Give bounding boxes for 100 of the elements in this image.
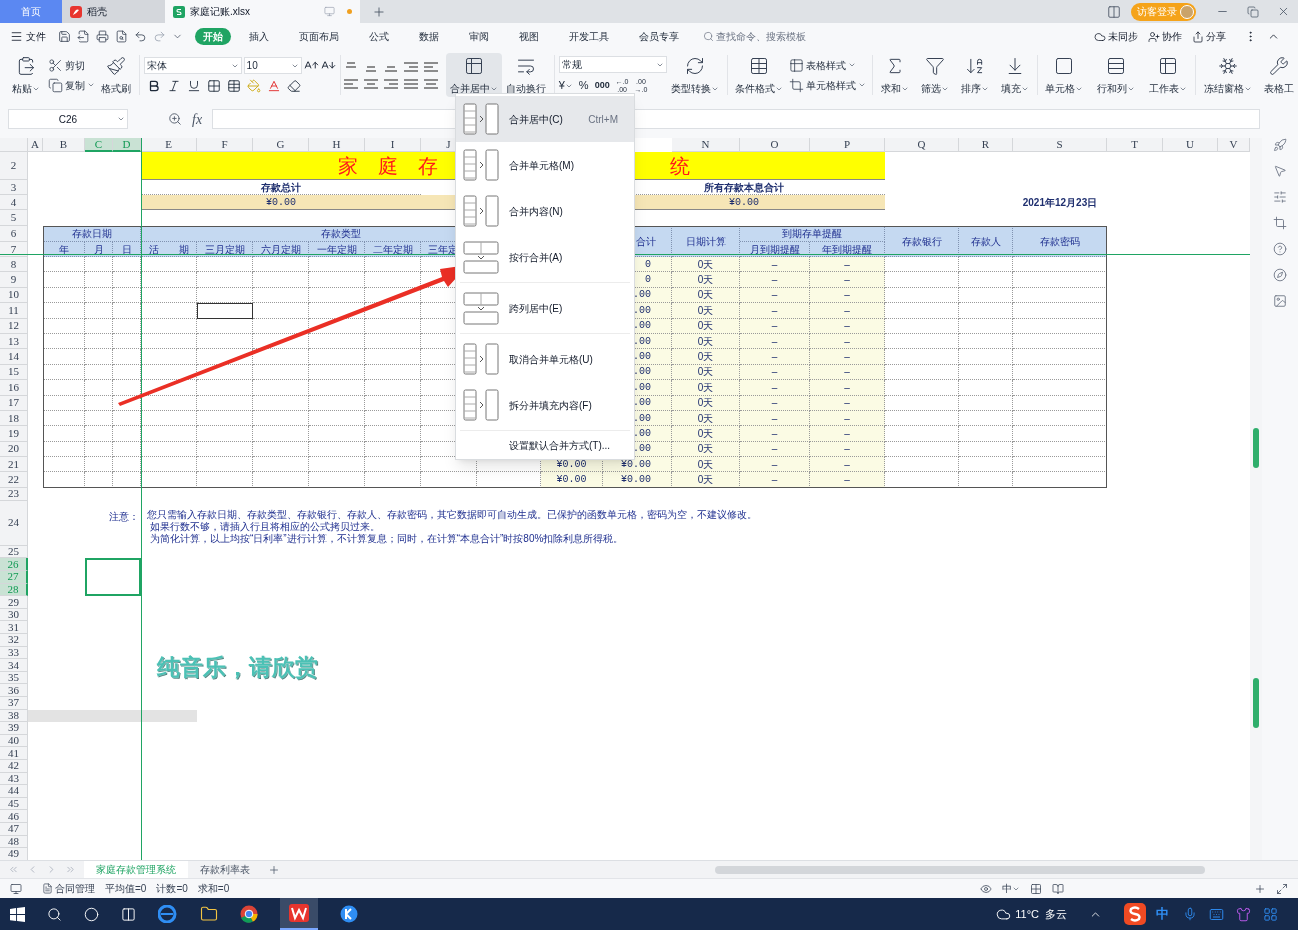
row-header[interactable]: 41 bbox=[0, 747, 28, 760]
ribbon-tab[interactable]: 视图 bbox=[511, 28, 547, 45]
row-header[interactable]: 2 bbox=[0, 152, 28, 180]
column-header[interactable]: R bbox=[959, 138, 1013, 152]
merge-center-button[interactable]: 合并居中 bbox=[446, 53, 503, 97]
command-search[interactable]: 查找命令、搜索模板 bbox=[703, 29, 806, 44]
row-header[interactable]: 6 bbox=[0, 226, 28, 242]
column-header[interactable]: U bbox=[1163, 138, 1218, 152]
column-header[interactable]: B bbox=[43, 138, 85, 152]
ribbon-tab[interactable]: 会员专享 bbox=[631, 28, 687, 45]
format-painter-button[interactable]: 格式刷 bbox=[97, 53, 135, 97]
worksheet-button[interactable]: 工作表 bbox=[1145, 53, 1192, 97]
row-header[interactable]: 29 bbox=[0, 596, 28, 609]
fill-button[interactable]: 填充 bbox=[996, 53, 1033, 97]
sheet-tab[interactable]: 存款利率表 bbox=[188, 861, 262, 878]
row-header[interactable]: 14 bbox=[0, 349, 28, 365]
note-text: 如果行数不够，请插入行且将相应的公式拷贝过来。 bbox=[149, 520, 381, 533]
column-header[interactable]: O bbox=[740, 138, 810, 152]
column-header[interactable]: H bbox=[309, 138, 365, 152]
ribbon-tab[interactable]: 插入 bbox=[241, 28, 277, 45]
toolbar-action[interactable]: 未同步 bbox=[1094, 29, 1138, 44]
ribbon-tab[interactable]: 数据 bbox=[411, 28, 447, 45]
table-cell: – bbox=[740, 426, 810, 442]
row-header[interactable]: 46 bbox=[0, 810, 28, 823]
row-header[interactable]: 44 bbox=[0, 785, 28, 798]
freeze-button[interactable]: 冻结窗格 bbox=[1200, 53, 1257, 97]
row-header[interactable]: 11 bbox=[0, 303, 28, 319]
convert-type-button[interactable]: 类型转换 bbox=[666, 53, 723, 97]
menu-item[interactable]: 合并居中(C) Ctrl+M bbox=[456, 96, 634, 142]
table-cell: ¥0.00 bbox=[603, 472, 672, 488]
column-header[interactable]: P bbox=[810, 138, 885, 152]
column-header[interactable]: N bbox=[672, 138, 740, 152]
wrap-text-button[interactable]: 自动换行 bbox=[502, 53, 551, 97]
row-header[interactable]: 19 bbox=[0, 426, 28, 442]
percent-button[interactable]: % bbox=[578, 77, 589, 94]
input-mode-button[interactable]: 中 bbox=[1002, 881, 1020, 896]
row-header[interactable]: 22 bbox=[0, 472, 28, 488]
cell-button[interactable]: 单元格 bbox=[1041, 53, 1088, 97]
document-tab[interactable]: 稻壳 bbox=[62, 0, 165, 23]
table-cell: – bbox=[740, 303, 810, 319]
row-header[interactable]: 8 bbox=[0, 257, 28, 273]
paste-button[interactable]: 粘贴 bbox=[8, 53, 44, 97]
column-header[interactable]: G bbox=[253, 138, 309, 152]
table-cell: – bbox=[810, 272, 885, 288]
file-menu[interactable]: 文件 bbox=[10, 29, 46, 44]
row-header[interactable]: 16 bbox=[0, 380, 28, 396]
column-header[interactable]: V bbox=[1218, 138, 1250, 152]
document-tab[interactable]: 家庭记账.xlsx bbox=[165, 0, 360, 23]
row-column-button[interactable]: 行和列 bbox=[1093, 53, 1140, 97]
filter-button[interactable]: 筛选 bbox=[916, 53, 953, 97]
copy-button[interactable]: 复制 bbox=[46, 75, 97, 95]
font-select[interactable]: 宋体 bbox=[143, 57, 242, 74]
row-header[interactable]: 49 bbox=[0, 848, 28, 860]
table-style-button[interactable]: 表格样式 bbox=[787, 55, 869, 75]
thousands-button[interactable]: 000 bbox=[594, 78, 610, 93]
contract-button[interactable]: 合同管理 bbox=[42, 881, 95, 896]
column-header[interactable]: S bbox=[1013, 138, 1107, 152]
row-header[interactable]: 3 bbox=[0, 180, 28, 195]
sum-button[interactable]: 求和 bbox=[876, 53, 913, 97]
tab-label: 首页 bbox=[21, 5, 41, 19]
column-header[interactable]: T bbox=[1107, 138, 1163, 152]
table-cell: ¥0.00 bbox=[541, 472, 603, 488]
row-header[interactable]: 24 bbox=[0, 500, 28, 546]
ime-indicator[interactable]: 中 bbox=[1156, 904, 1169, 924]
row-header[interactable]: 31 bbox=[0, 621, 28, 634]
table-cell: 0天 bbox=[672, 257, 740, 273]
row-header[interactable]: 5 bbox=[0, 210, 28, 226]
currency-button[interactable]: ¥ bbox=[558, 77, 573, 94]
function-button[interactable]: fx bbox=[192, 108, 203, 130]
row-header[interactable]: 36 bbox=[0, 684, 28, 697]
table-cell: – bbox=[740, 457, 810, 473]
table-tools-button[interactable]: 表格工 bbox=[1260, 53, 1298, 97]
name-box[interactable]: C26 bbox=[8, 109, 128, 129]
note-text: 您只需输入存款日期、存款类型、存款银行、存款人、存款密码，其它数据即可自动生成。已保护的函数单元格，密码为空，不建议修改。 bbox=[147, 508, 758, 521]
sort-button[interactable]: 排序 bbox=[956, 53, 993, 97]
row-header[interactable]: 9 bbox=[0, 272, 28, 288]
cut-button[interactable]: 剪切 bbox=[46, 55, 97, 75]
cell-style-button[interactable]: 单元格样式 bbox=[787, 75, 869, 95]
font-size-select[interactable]: 10 bbox=[243, 57, 302, 74]
table-cell: 0天 bbox=[672, 426, 740, 442]
column-header[interactable]: I bbox=[365, 138, 421, 152]
tab-label: 稻壳 bbox=[87, 5, 107, 19]
row-header[interactable]: 21 bbox=[0, 457, 28, 473]
ribbon-tab[interactable]: 公式 bbox=[361, 28, 397, 45]
column-header[interactable]: A bbox=[28, 138, 43, 152]
number-format-select[interactable]: 常规 bbox=[558, 56, 667, 74]
column-header[interactable]: Q bbox=[885, 138, 959, 152]
row-header[interactable]: 34 bbox=[0, 659, 28, 672]
column-header[interactable]: E bbox=[141, 138, 197, 152]
toolbar-action[interactable]: 协作 bbox=[1148, 29, 1182, 44]
table-cell: – bbox=[740, 349, 810, 365]
conditional-format-button[interactable]: 条件格式 bbox=[731, 53, 788, 97]
ribbon-tab[interactable]: 页面布局 bbox=[291, 28, 347, 45]
column-header[interactable]: F bbox=[197, 138, 253, 152]
row-header[interactable]: 32 bbox=[0, 634, 28, 647]
ribbon-tab[interactable]: 审阅 bbox=[461, 28, 497, 45]
ribbon-tab[interactable]: 开发工具 bbox=[561, 28, 617, 45]
row-header[interactable]: 4 bbox=[0, 195, 28, 210]
row-header[interactable]: 39 bbox=[0, 722, 28, 735]
toolbar-action[interactable]: 分享 bbox=[1192, 29, 1226, 44]
